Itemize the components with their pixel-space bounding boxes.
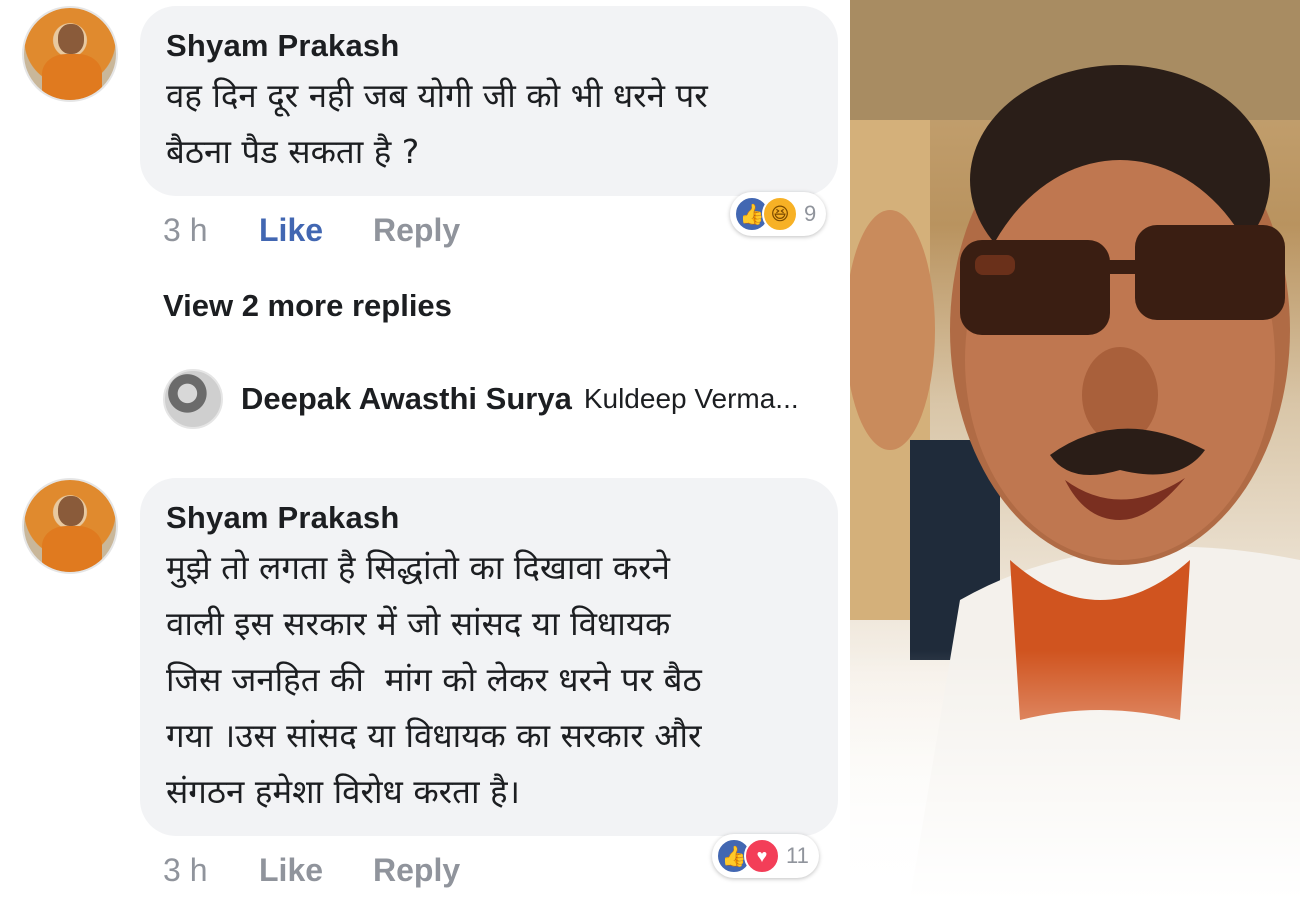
reaction-count: 11 [786,843,809,868]
comment-bubble: Shyam Prakash मुझे तो लगता है सिद्धांतो … [140,478,838,836]
reaction-summary[interactable]: 👍 😆 9 [730,192,827,236]
reply-button[interactable]: Reply [373,212,460,249]
like-button[interactable]: Like [259,212,323,249]
reply-button[interactable]: Reply [373,852,460,889]
reply-avatar [163,369,223,429]
view-more-replies-link[interactable]: View 2 more replies [163,288,452,324]
commenter-avatar[interactable] [22,6,118,102]
reply-preview[interactable]: Deepak Awasthi Surya Kuldeep Verma... [163,366,799,432]
portrait-photo [850,0,1300,900]
comment-timestamp[interactable]: 3 h [163,212,207,249]
comment-2: Shyam Prakash मुझे तो लगता है सिद्धांतो … [0,474,850,900]
haha-icon: 😆 [762,196,798,232]
comment-text: मुझे तो लगता है सिद्धांतो का दिखावा करने… [166,548,702,811]
comment-text: वह दिन दूर नही जब योगी जी को भी धरने पर … [166,76,708,171]
love-icon: ♥ [744,838,780,874]
comment-bubble: Shyam Prakash वह दिन दूर नही जब योगी जी … [140,6,838,196]
commenter-avatar[interactable] [22,478,118,574]
reply-preview-author[interactable]: Deepak Awasthi Surya [241,381,572,417]
like-button[interactable]: Like [259,852,323,889]
portrait-illustration [850,0,1300,900]
comment-author[interactable]: Shyam Prakash [166,28,812,64]
comment-author[interactable]: Shyam Prakash [166,500,812,536]
reaction-count: 9 [804,201,817,226]
reply-preview-text: Kuldeep Verma... [583,383,799,414]
comment-timestamp[interactable]: 3 h [163,852,207,889]
comment-1: Shyam Prakash वह दिन दूर नही जब योगी जी … [0,0,850,260]
comment-actions: 3 h Like Reply [163,212,563,252]
reaction-summary[interactable]: 👍 ♥ 11 [712,834,819,878]
comment-feed: Shyam Prakash वह दिन दूर नही जब योगी जी … [0,0,850,900]
comment-actions: 3 h Like Reply [163,852,563,892]
